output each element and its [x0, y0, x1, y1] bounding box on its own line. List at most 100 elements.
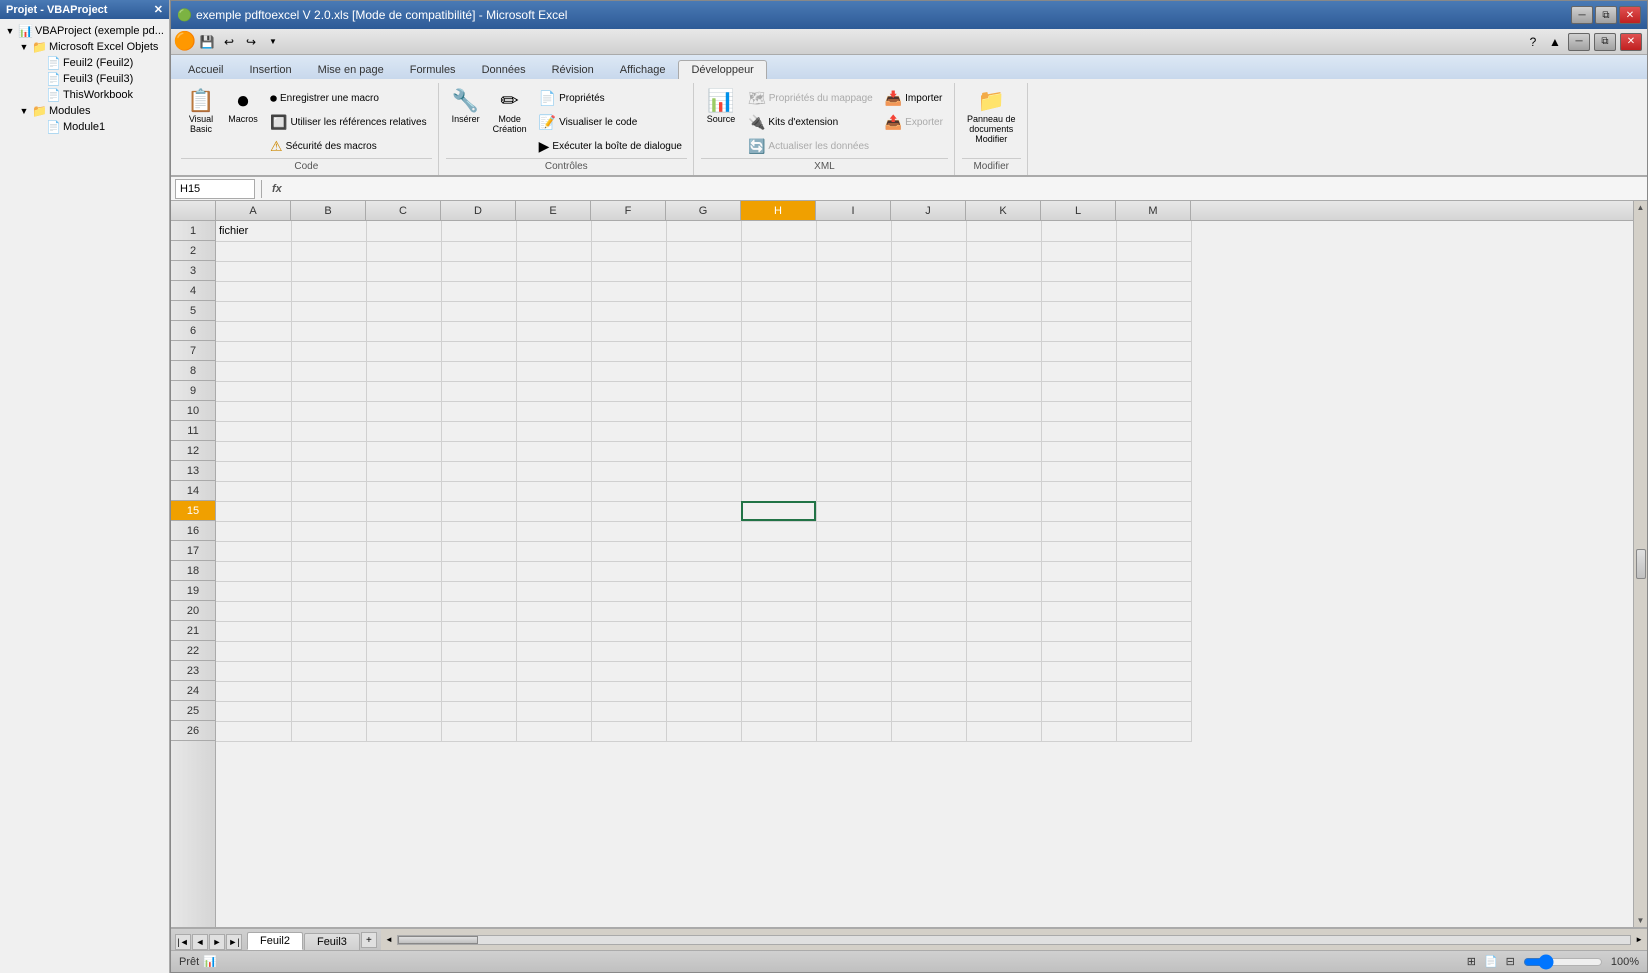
new-sheet-button[interactable]: + [361, 932, 377, 948]
cell-d9[interactable] [441, 381, 516, 401]
cell-k4[interactable] [966, 281, 1041, 301]
cell-k18[interactable] [966, 561, 1041, 581]
cell-l12[interactable] [1041, 441, 1116, 461]
excel-restore-button[interactable]: ⧉ [1594, 33, 1616, 51]
cell-j19[interactable] [891, 581, 966, 601]
cell-l25[interactable] [1041, 701, 1116, 721]
cell-g15[interactable] [666, 501, 741, 521]
cell-j7[interactable] [891, 341, 966, 361]
sheet-nav-next[interactable]: ► [209, 934, 225, 950]
cell-m21[interactable] [1116, 621, 1191, 641]
cell-h13[interactable] [741, 461, 816, 481]
cell-b15[interactable] [291, 501, 366, 521]
cell-e1[interactable] [516, 221, 591, 241]
cell-g13[interactable] [666, 461, 741, 481]
cell-d1[interactable] [441, 221, 516, 241]
cell-f20[interactable] [591, 601, 666, 621]
cell-c21[interactable] [366, 621, 441, 641]
cell-j25[interactable] [891, 701, 966, 721]
cell-e17[interactable] [516, 541, 591, 561]
row-header-11[interactable]: 11 [171, 421, 215, 441]
cell-c19[interactable] [366, 581, 441, 601]
cell-m9[interactable] [1116, 381, 1191, 401]
col-header-j[interactable]: J [891, 201, 966, 220]
cell-a5[interactable] [216, 301, 291, 321]
cell-f19[interactable] [591, 581, 666, 601]
cell-l7[interactable] [1041, 341, 1116, 361]
cell-k13[interactable] [966, 461, 1041, 481]
cell-l5[interactable] [1041, 301, 1116, 321]
cell-k19[interactable] [966, 581, 1041, 601]
row-header-8[interactable]: 8 [171, 361, 215, 381]
cell-c14[interactable] [366, 481, 441, 501]
cell-g6[interactable] [666, 321, 741, 341]
cell-d17[interactable] [441, 541, 516, 561]
cell-a26[interactable] [216, 721, 291, 741]
cell-l23[interactable] [1041, 661, 1116, 681]
cell-a6[interactable] [216, 321, 291, 341]
cell-g18[interactable] [666, 561, 741, 581]
cell-c15[interactable] [366, 501, 441, 521]
cell-g14[interactable] [666, 481, 741, 501]
cell-k26[interactable] [966, 721, 1041, 741]
cell-j8[interactable] [891, 361, 966, 381]
cell-f9[interactable] [591, 381, 666, 401]
cell-g7[interactable] [666, 341, 741, 361]
cell-l19[interactable] [1041, 581, 1116, 601]
cell-j1[interactable] [891, 221, 966, 241]
col-header-l[interactable]: L [1041, 201, 1116, 220]
cell-c17[interactable] [366, 541, 441, 561]
fx-button[interactable]: fx [268, 183, 286, 195]
cell-f17[interactable] [591, 541, 666, 561]
cell-d19[interactable] [441, 581, 516, 601]
minimize-button[interactable]: ─ [1571, 6, 1593, 24]
cell-l11[interactable] [1041, 421, 1116, 441]
restore-button[interactable]: ⧉ [1595, 6, 1617, 24]
cell-h15[interactable] [741, 501, 816, 521]
cell-d13[interactable] [441, 461, 516, 481]
tree-item-feuil2[interactable]: 📄 Feuil2 (Feuil2) [32, 55, 165, 71]
row-header-14[interactable]: 14 [171, 481, 215, 501]
cell-c26[interactable] [366, 721, 441, 741]
row-header-13[interactable]: 13 [171, 461, 215, 481]
cell-d18[interactable] [441, 561, 516, 581]
cell-i17[interactable] [816, 541, 891, 561]
cell-i3[interactable] [816, 261, 891, 281]
cell-e23[interactable] [516, 661, 591, 681]
cell-j11[interactable] [891, 421, 966, 441]
cell-m16[interactable] [1116, 521, 1191, 541]
cell-i2[interactable] [816, 241, 891, 261]
name-box[interactable] [175, 179, 255, 199]
cell-e2[interactable] [516, 241, 591, 261]
cell-c6[interactable] [366, 321, 441, 341]
cell-k25[interactable] [966, 701, 1041, 721]
scroll-thumb[interactable] [1636, 549, 1646, 579]
cell-i4[interactable] [816, 281, 891, 301]
cell-c10[interactable] [366, 401, 441, 421]
cell-l24[interactable] [1041, 681, 1116, 701]
cell-k10[interactable] [966, 401, 1041, 421]
cell-b4[interactable] [291, 281, 366, 301]
cell-h5[interactable] [741, 301, 816, 321]
cell-e13[interactable] [516, 461, 591, 481]
cell-j24[interactable] [891, 681, 966, 701]
cell-b7[interactable] [291, 341, 366, 361]
cell-k22[interactable] [966, 641, 1041, 661]
cell-h16[interactable] [741, 521, 816, 541]
cell-h17[interactable] [741, 541, 816, 561]
cell-a12[interactable] [216, 441, 291, 461]
row-header-20[interactable]: 20 [171, 601, 215, 621]
cell-b6[interactable] [291, 321, 366, 341]
cell-f16[interactable] [591, 521, 666, 541]
excel-close-button[interactable]: ✕ [1620, 33, 1642, 51]
scroll-right-button[interactable]: ► [1635, 935, 1643, 944]
col-header-m[interactable]: M [1116, 201, 1191, 220]
cell-k6[interactable] [966, 321, 1041, 341]
cell-j12[interactable] [891, 441, 966, 461]
cell-e18[interactable] [516, 561, 591, 581]
cell-i12[interactable] [816, 441, 891, 461]
cell-b12[interactable] [291, 441, 366, 461]
cell-l21[interactable] [1041, 621, 1116, 641]
undo-button[interactable]: ↩ [219, 32, 239, 52]
cell-j26[interactable] [891, 721, 966, 741]
